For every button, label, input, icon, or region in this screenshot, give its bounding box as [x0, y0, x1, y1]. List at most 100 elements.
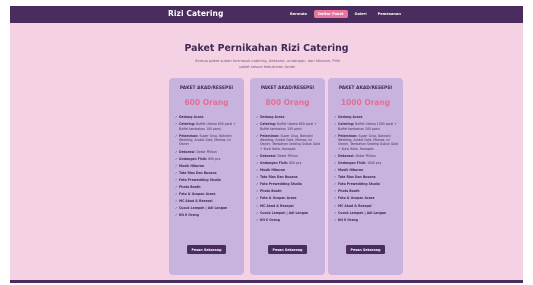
feature-item: ✓ Catering: Buffet Utama 800 porsi + Buff…: [256, 122, 320, 131]
feature-label: Dekorasi:: [260, 153, 277, 158]
feature-text: Catering: Buffet Utama 1000 porsi + Buff…: [338, 122, 398, 131]
feature-label: Dekorasi:: [179, 149, 196, 154]
feature-text: MC Akad & Resepsi: [260, 204, 294, 208]
feature-label: MC Akad & Resepsi: [338, 203, 372, 208]
feature-text: Dekorasi: Dekor Pilihan: [260, 154, 298, 158]
nav-link-galeri[interactable]: Galeri: [351, 10, 371, 18]
feature-detail: Dekor Pilihan: [355, 153, 376, 158]
feature-text: Catering: Buffet Utama 600 porsi + Buffe…: [179, 122, 239, 131]
feature-item: ✓ Pelaminan: Super Grup, Bakraini Wedding…: [175, 134, 239, 147]
feature-item: ✓ MC Akad & Resepsi: [334, 204, 398, 208]
feature-label: Tata Rias Dan Busana: [179, 170, 217, 175]
package-card-800: PAKET AKAD/RESEPSI 800 Orang ✓ Gedung Aca…: [250, 78, 325, 275]
feature-text: Photo Booth: [260, 189, 282, 193]
feature-text: Foto & Ucapan Acara: [260, 196, 297, 200]
brand-logo[interactable]: Rizi Catering: [168, 9, 223, 18]
order-button[interactable]: Pesan Sekarang: [345, 245, 386, 254]
feature-label: Foto & Ucapan Acara: [338, 196, 375, 201]
feature-label: Foto Prewedding Studio: [179, 177, 221, 182]
nav-link-beranda[interactable]: Beranda: [286, 10, 311, 18]
card-price: 600 Orang: [184, 98, 229, 107]
feature-item: ✓ Photo Booth: [175, 185, 239, 189]
feature-text: Undangan Fisik: 1000 pcs: [338, 161, 381, 165]
feature-text: Catering: Buffet Utama 800 porsi + Buffe…: [260, 122, 320, 131]
order-button[interactable]: Pesan Sekarang: [267, 245, 308, 254]
feature-text: Kit Il Orang: [260, 218, 280, 222]
feature-detail: 1000 pcs: [367, 161, 382, 165]
footer-bar: [10, 280, 523, 283]
feature-item: ✓ Musik Hiburan: [334, 168, 398, 172]
feature-item: ✓ Undangan Fisik: 1000 pcs: [334, 161, 398, 165]
feature-item: ✓ MC Akad & Resepsi: [256, 204, 320, 208]
feature-label: Kit Il Orang: [179, 213, 199, 218]
feature-list: ✓ Gedung Acara ✓ Catering: Buffet Utama 800…: [256, 115, 320, 225]
feature-label: Pelaminan:: [338, 133, 358, 138]
browser-viewport: Rizi Catering Beranda Daftar Paket Galer…: [10, 6, 523, 283]
feature-text: Cucuk Lampah | Adi Langan: [179, 206, 227, 210]
feature-detail: Dekor Pilihan: [277, 153, 298, 158]
feature-label: Foto Prewedding Studio: [260, 182, 302, 187]
feature-label: Cucuk Lampah | Adi Langan: [260, 210, 309, 215]
feature-label: Photo Booth: [179, 184, 201, 189]
feature-item: ✓ Photo Booth: [334, 189, 398, 193]
feature-item: ✓ Foto & Ucapan Acara: [256, 196, 320, 200]
feature-text: Photo Booth: [338, 189, 360, 193]
feature-item: ✓ Gedung Acara: [334, 115, 398, 119]
feature-text: Foto & Ucapan Acara: [179, 192, 216, 196]
feature-item: ✓ Kit Il Orang: [334, 218, 398, 222]
feature-item: ✓ Cucuk Lampah | Adi Langan: [334, 211, 398, 215]
feature-item: ✓ Photo Booth: [256, 189, 320, 193]
feature-text: Tata Rias Dan Busana: [179, 171, 217, 175]
feature-label: MC Akad & Resepsi: [260, 203, 294, 208]
nav-link-daftar-paket[interactable]: Daftar Paket: [313, 10, 348, 18]
page-title: Paket Pernikahan Rizi Catering: [184, 43, 349, 54]
feature-item: ✓ Foto & Ucapan Acara: [175, 192, 239, 196]
feature-label: Musik Hiburan: [260, 168, 286, 173]
feature-text: Tata Rias Dan Busana: [338, 175, 376, 179]
feature-item: ✓ Foto & Ucapan Acara: [334, 196, 398, 200]
feature-text: Gedung Acara: [260, 115, 284, 119]
feature-label: Kit Il Orang: [260, 217, 280, 222]
feature-item: ✓ Cucuk Lampah | Adi Langan: [256, 211, 320, 215]
order-button[interactable]: Pesan Sekarang: [186, 245, 227, 254]
feature-label: Pelaminan:: [260, 133, 280, 138]
feature-text: Dekorasi: Dekor Pilihan: [338, 154, 376, 158]
feature-label: Catering:: [179, 122, 196, 127]
feature-text: Tata Rias Dan Busana: [260, 175, 298, 179]
feature-text: Pelaminan: Super Grup, Bakraini Wedding,…: [338, 134, 398, 152]
feature-label: Pelaminan:: [179, 133, 199, 138]
feature-label: Foto Prewedding Studio: [338, 182, 380, 187]
page-subtitle: Semua paket sudah termasuk catering, dek…: [195, 59, 340, 70]
feature-label: Foto & Ucapan Acara: [179, 192, 216, 197]
card-price: 1000 Orang: [340, 98, 391, 107]
feature-text: Gedung Acara: [338, 115, 362, 119]
feature-item: ✓ Pelaminan: Super Grup, Bakraini Wedding…: [334, 134, 398, 152]
feature-item: ✓ Tata Rias Dan Busana: [334, 175, 398, 179]
feature-item: ✓ Foto Prewedding Studio: [334, 182, 398, 186]
feature-item: ✓ Musik Hiburan: [175, 164, 239, 168]
feature-item: ✓ Gedung Acara: [256, 115, 320, 119]
feature-label: Gedung Acara: [179, 115, 204, 119]
card-price: 800 Orang: [265, 98, 310, 107]
feature-text: Pelaminan: Super Grup, Bakraini Wedding,…: [260, 134, 320, 152]
feature-text: Undangan Fisik: 600 pcs: [179, 157, 220, 161]
feature-item: ✓ Catering: Buffet Utama 600 porsi + Buff…: [175, 122, 239, 131]
feature-text: Foto Prewedding Studio: [260, 182, 302, 186]
feature-label: Gedung Acara: [260, 115, 285, 119]
feature-label: Catering:: [260, 122, 277, 127]
feature-item: ✓ Dekorasi: Dekor Pilihan: [175, 150, 239, 154]
feature-list: ✓ Gedung Acara ✓ Catering: Buffet Utama 600…: [175, 115, 239, 220]
feature-text: Pelaminan: Super Grup, Bakraini Wedding,…: [179, 134, 239, 147]
feature-item: ✓ Undangan Fisik: 800 pcs: [256, 161, 320, 165]
feature-label: Musik Hiburan: [338, 168, 364, 173]
feature-label: Dekorasi:: [338, 153, 355, 158]
navbar: Rizi Catering Beranda Daftar Paket Galer…: [10, 6, 523, 23]
nav-link-pemesanan[interactable]: Pemesanan: [374, 10, 405, 18]
feature-label: Undangan Fisik:: [179, 156, 208, 161]
package-card-600: PAKET AKAD/RESEPSI 600 Orang ✓ Gedung Aca…: [169, 78, 244, 275]
feature-item: ✓ Pelaminan: Super Grup, Bakraini Wedding…: [256, 134, 320, 152]
feature-item: ✓ Tata Rias Dan Busana: [175, 171, 239, 175]
feature-item: ✓ Tata Rias Dan Busana: [256, 175, 320, 179]
feature-detail: 600 pcs: [208, 156, 221, 161]
feature-label: Foto & Ucapan Acara: [260, 196, 297, 201]
